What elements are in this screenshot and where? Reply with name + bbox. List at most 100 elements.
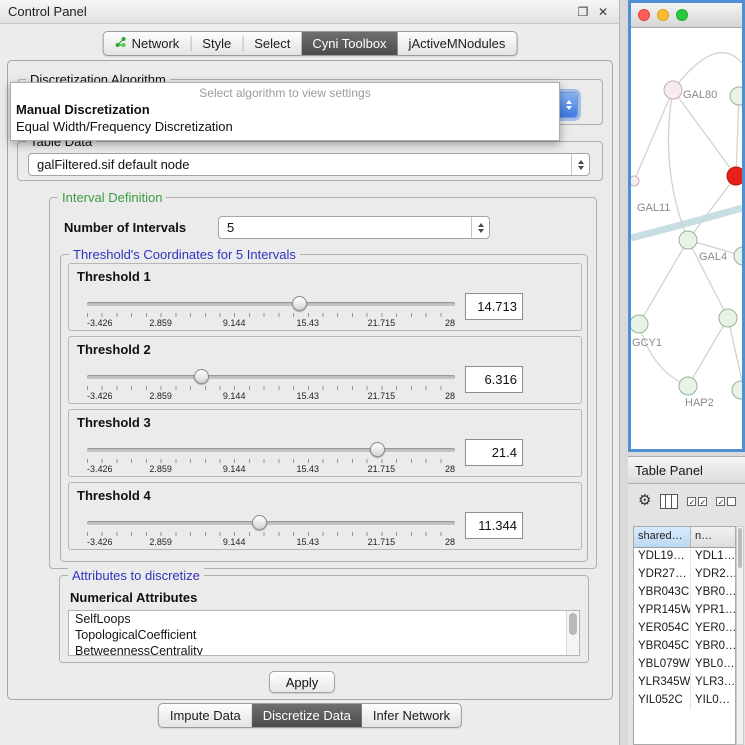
tab-network[interactable]: Network xyxy=(104,32,191,55)
list-item[interactable]: SelfLoops xyxy=(69,611,579,627)
column-settings-icon[interactable] xyxy=(660,494,678,509)
slider-thumb[interactable] xyxy=(252,515,267,530)
tick-label: 9.144 xyxy=(223,537,246,547)
network-canvas[interactable]: GAL80 GAL11 GAL4 GCY1 HAP2 xyxy=(631,28,742,449)
table-cell[interactable]: YLR3… xyxy=(691,674,735,692)
table-scrollbar[interactable] xyxy=(736,526,744,745)
table-row[interactable]: YBR045C YBR0… xyxy=(634,638,735,656)
table-cell[interactable]: YBL079W xyxy=(634,656,691,674)
slider-tick-labels: -3.426 2.859 9.144 15.43 21.715 28 xyxy=(87,537,455,547)
slider-thumb[interactable] xyxy=(292,296,307,311)
tab-discretize-data[interactable]: Discretize Data xyxy=(252,704,362,727)
scrollbar-thumb[interactable] xyxy=(738,528,742,568)
table-header-row: shared… n… xyxy=(634,527,735,548)
tab-style[interactable]: Style xyxy=(191,32,242,55)
table-cell[interactable]: YDR27… xyxy=(634,566,691,584)
minimize-traffic-light-icon[interactable] xyxy=(657,9,669,21)
table-cell[interactable]: YER0… xyxy=(691,620,735,638)
cyni-toolbox-panel: Discretization Algorithm Table Data galF… xyxy=(7,60,613,700)
slider-track[interactable] xyxy=(87,302,455,306)
tick-label: 2.859 xyxy=(149,537,172,547)
tab-infer-network[interactable]: Infer Network xyxy=(362,704,461,727)
network-node[interactable] xyxy=(631,315,648,333)
network-node[interactable] xyxy=(734,247,742,265)
list-item[interactable]: BetweennessCentrality xyxy=(69,643,579,656)
table-row[interactable]: YDL19… YDL1… xyxy=(634,548,735,566)
zoom-traffic-light-icon[interactable] xyxy=(676,9,688,21)
table-cell[interactable]: YBR0… xyxy=(691,638,735,656)
tab-cyni-toolbox[interactable]: Cyni Toolbox xyxy=(301,32,397,55)
dropdown-item-manual-discretization[interactable]: Manual Discretization xyxy=(11,101,559,118)
number-of-intervals-combobox[interactable]: 5 xyxy=(218,216,490,239)
network-node[interactable] xyxy=(719,309,737,327)
tab-jactivemnodules[interactable]: jActiveMNodules xyxy=(398,32,517,55)
list-item[interactable]: TopologicalCoefficient xyxy=(69,627,579,643)
float-window-icon[interactable]: ❐ xyxy=(575,5,591,19)
table-row[interactable]: YPR145W YPR1… xyxy=(634,602,735,620)
table-row[interactable]: YIL052C YIL0… xyxy=(634,692,735,710)
threshold-value-field[interactable]: 11.344 xyxy=(465,512,523,539)
close-traffic-light-icon[interactable] xyxy=(638,9,650,21)
network-edge xyxy=(728,318,742,390)
tick-label: 15.43 xyxy=(297,391,320,401)
close-icon[interactable]: ✕ xyxy=(595,5,611,19)
network-node[interactable] xyxy=(679,377,697,395)
numerical-attributes-label: Numerical Attributes xyxy=(70,590,197,605)
node-label: GCY1 xyxy=(632,337,662,349)
table-data-combobox[interactable]: galFiltered.sif default node xyxy=(28,153,590,176)
threshold-value-field[interactable]: 6.316 xyxy=(465,366,523,393)
table-cell[interactable]: YPR1… xyxy=(691,602,735,620)
table-cell[interactable]: YDL1… xyxy=(691,548,735,566)
scrollbar-thumb[interactable] xyxy=(569,613,577,635)
table-cell[interactable]: YBL0… xyxy=(691,656,735,674)
network-node[interactable] xyxy=(631,176,639,186)
threshold-slider[interactable]: -3.426 2.859 9.144 15.43 21.715 28 xyxy=(87,512,455,548)
network-node-selected[interactable] xyxy=(727,167,742,185)
threshold-slider[interactable]: -3.426 2.859 9.144 15.43 21.715 28 xyxy=(87,366,455,402)
table-cell[interactable]: YBR045C xyxy=(634,638,691,656)
table-cell[interactable]: YPR145W xyxy=(634,602,691,620)
slider-track[interactable] xyxy=(87,375,455,379)
threshold-slider[interactable]: -3.426 2.859 9.144 15.43 21.715 28 xyxy=(87,293,455,329)
threshold-panel: Threshold 2 -3.426 2.859 9.144 15.43 21.… xyxy=(68,336,582,404)
table-cell[interactable]: YER054C xyxy=(634,620,691,638)
column-header-shared-name[interactable]: shared… xyxy=(634,527,691,547)
select-all-columns-icon[interactable]: ✓ ✓ xyxy=(687,497,707,506)
table-cell[interactable]: YLR345W xyxy=(634,674,691,692)
list-scrollbar[interactable] xyxy=(566,611,579,655)
settings-gear-icon[interactable]: ⚙ xyxy=(638,493,651,509)
column-header-name[interactable]: n… xyxy=(691,527,735,547)
table-cell[interactable]: YDL19… xyxy=(634,548,691,566)
combobox-stepper[interactable] xyxy=(471,217,489,238)
slider-thumb[interactable] xyxy=(370,442,385,457)
table-cell[interactable]: YBR043C xyxy=(634,584,691,602)
tick-label: 15.43 xyxy=(297,318,320,328)
slider-track[interactable] xyxy=(87,521,455,525)
dropdown-item-equal-width[interactable]: Equal Width/Frequency Discretization xyxy=(11,118,559,135)
table-row[interactable]: YBR043C YBR0… xyxy=(634,584,735,602)
threshold-slider[interactable]: -3.426 2.859 9.144 15.43 21.715 28 xyxy=(87,439,455,475)
deselect-columns-icon[interactable]: ✓ xyxy=(716,497,736,506)
combobox-stepper[interactable] xyxy=(560,93,577,117)
network-node[interactable] xyxy=(664,81,682,99)
threshold-value-field[interactable]: 14.713 xyxy=(465,293,523,320)
table-cell[interactable]: YIL052C xyxy=(634,692,691,710)
apply-button[interactable]: Apply xyxy=(269,671,335,693)
table-row[interactable]: YDR27… YDR2… xyxy=(634,566,735,584)
table-row[interactable]: YLR345W YLR3… xyxy=(634,674,735,692)
network-edge xyxy=(639,240,688,324)
table-cell[interactable]: YBR0… xyxy=(691,584,735,602)
table-row[interactable]: YER054C YER0… xyxy=(634,620,735,638)
tab-impute-data[interactable]: Impute Data xyxy=(159,704,252,727)
threshold-value-field[interactable]: 21.4 xyxy=(465,439,523,466)
combobox-stepper[interactable] xyxy=(571,154,589,175)
tab-select[interactable]: Select xyxy=(243,32,301,55)
table-cell[interactable]: YDR2… xyxy=(691,566,735,584)
network-node[interactable] xyxy=(679,231,697,249)
network-node[interactable] xyxy=(732,381,742,399)
table-row[interactable]: YBL079W YBL0… xyxy=(634,656,735,674)
network-node[interactable] xyxy=(730,87,742,105)
slider-track[interactable] xyxy=(87,448,455,452)
slider-thumb[interactable] xyxy=(194,369,209,384)
table-cell[interactable]: YIL0… xyxy=(691,692,735,710)
